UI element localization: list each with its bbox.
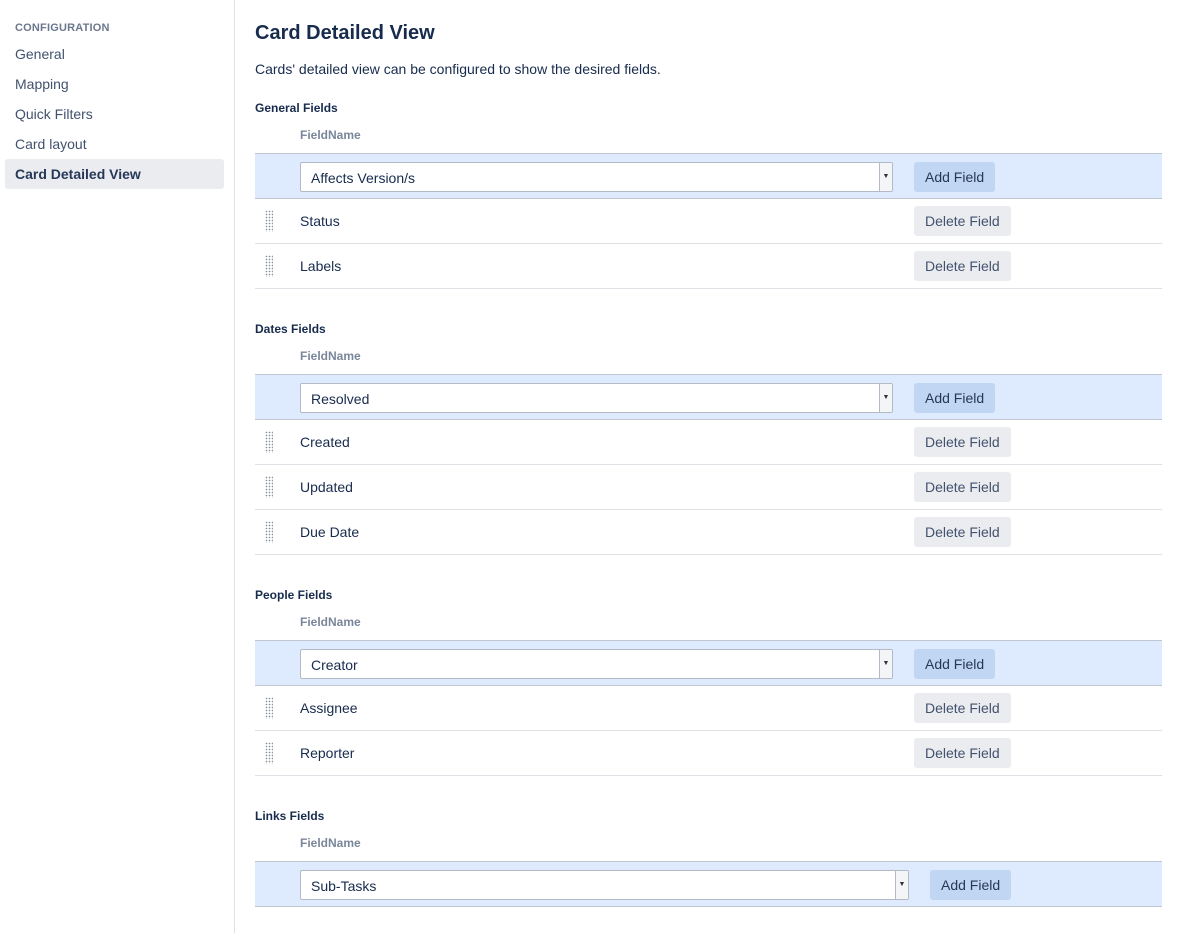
add-field-row: Sub-Tasks ▼ Add Field [255,861,1162,907]
add-field-row: Affects Version/s ▼ Add Field [255,153,1162,199]
field-select[interactable]: Creator ▼ [300,649,893,679]
field-name: Labels [300,258,342,274]
drag-handle-icon[interactable] [265,697,273,719]
add-field-button[interactable]: Add Field [914,383,996,413]
drag-handle-icon[interactable] [265,210,273,232]
sidebar-item-card-detailed-view[interactable]: Card Detailed View [5,159,224,189]
section-title: Dates Fields [255,322,326,336]
delete-field-button[interactable]: Delete Field [914,427,1011,457]
add-field-row: Creator ▼ Add Field [255,640,1162,686]
field-row: Status Delete Field [255,199,1162,244]
field-name: Created [300,434,350,450]
chevron-down-icon[interactable]: ▼ [879,650,892,678]
field-name: Updated [300,479,353,495]
field-row: Assignee Delete Field [255,686,1162,731]
add-field-button[interactable]: Add Field [930,870,1012,900]
column-header-fieldname: FieldName [300,349,361,363]
page-title: Card Detailed View [255,22,435,44]
field-row: Due Date Delete Field [255,510,1162,555]
field-row: Created Delete Field [255,420,1162,465]
field-row: Updated Delete Field [255,465,1162,510]
field-name: Reporter [300,745,355,761]
drag-handle-icon[interactable] [265,742,273,764]
delete-field-button[interactable]: Delete Field [914,517,1011,547]
sidebar-item-general[interactable]: General [5,39,224,69]
field-select-value: Sub-Tasks [311,878,377,894]
field-select[interactable]: Affects Version/s ▼ [300,162,893,192]
delete-field-button[interactable]: Delete Field [914,206,1011,236]
field-select-value: Affects Version/s [311,170,416,186]
field-select-value: Creator [311,657,358,673]
page-description: Cards' detailed view can be configured t… [255,61,661,77]
add-field-button[interactable]: Add Field [914,649,996,679]
sidebar: CONFIGURATION General Mapping Quick Filt… [0,0,235,933]
chevron-down-icon[interactable]: ▼ [879,384,892,412]
links-fields-section: Links Fields FieldName Sub-Tasks ▼ Add F… [255,806,1162,907]
field-select-value: Resolved [311,391,370,407]
delete-field-button[interactable]: Delete Field [914,738,1011,768]
drag-handle-icon[interactable] [265,521,273,543]
sidebar-item-quick-filters[interactable]: Quick Filters [5,99,224,129]
column-header-fieldname: FieldName [300,836,361,850]
section-title: People Fields [255,588,333,602]
sidebar-nav: General Mapping Quick Filters Card layou… [5,39,224,189]
column-header-fieldname: FieldName [300,128,361,142]
field-row: Reporter Delete Field [255,731,1162,776]
chevron-down-icon[interactable]: ▼ [879,163,892,191]
chevron-down-icon[interactable]: ▼ [895,871,908,899]
field-select[interactable]: Sub-Tasks ▼ [300,870,909,900]
general-fields-section: General Fields FieldName Affects Version… [255,98,1162,289]
people-fields-section: People Fields FieldName Creator ▼ Add Fi… [255,585,1162,776]
section-title: Links Fields [255,809,325,823]
sidebar-heading: CONFIGURATION [15,22,110,34]
column-header-fieldname: FieldName [300,615,361,629]
field-row: Labels Delete Field [255,244,1162,289]
drag-handle-icon[interactable] [265,476,273,498]
field-name: Assignee [300,700,358,716]
field-name: Due Date [300,524,360,540]
delete-field-button[interactable]: Delete Field [914,472,1011,502]
drag-handle-icon[interactable] [265,431,273,453]
field-select[interactable]: Resolved ▼ [300,383,893,413]
add-field-row: Resolved ▼ Add Field [255,374,1162,420]
delete-field-button[interactable]: Delete Field [914,693,1011,723]
dates-fields-section: Dates Fields FieldName Resolved ▼ Add Fi… [255,319,1162,555]
section-title: General Fields [255,101,338,115]
add-field-button[interactable]: Add Field [914,162,996,192]
sidebar-item-card-layout[interactable]: Card layout [5,129,224,159]
delete-field-button[interactable]: Delete Field [914,251,1011,281]
field-name: Status [300,213,340,229]
sidebar-item-mapping[interactable]: Mapping [5,69,224,99]
drag-handle-icon[interactable] [265,255,273,277]
